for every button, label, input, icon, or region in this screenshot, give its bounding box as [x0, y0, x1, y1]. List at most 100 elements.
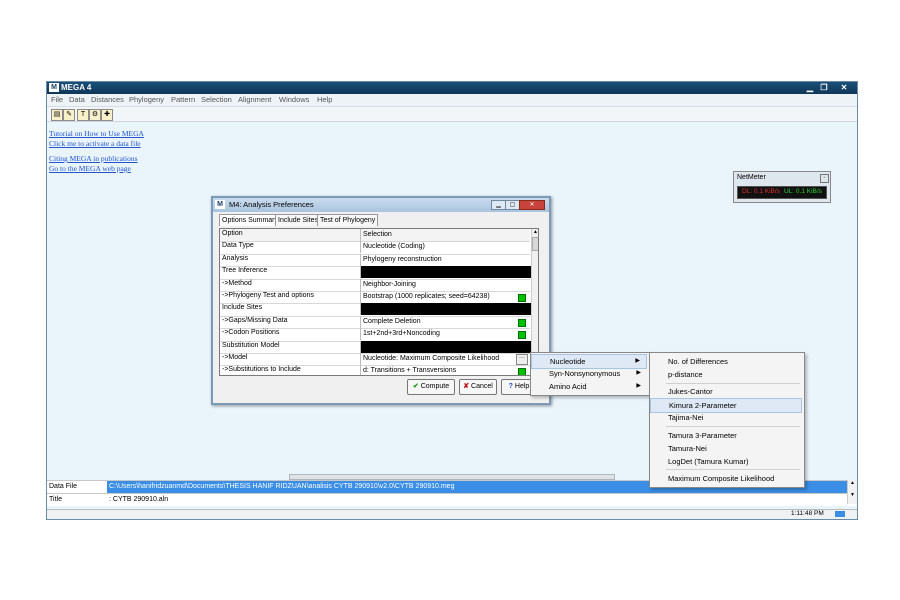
amino-acid-label: Amino Acid	[549, 382, 587, 391]
menu-selection[interactable]: Selection	[201, 95, 232, 104]
option-selection[interactable]	[360, 266, 533, 279]
menu-item-no-of-differences[interactable]: No. of Differences	[650, 355, 804, 368]
option-selection[interactable]: Phylogeny reconstruction	[360, 253, 533, 266]
upload-rate: UL: 0.1 KiB/s	[784, 188, 822, 195]
tamura-nei-label: Tamura-Nei	[668, 444, 707, 453]
option-selection[interactable]: Neighbor-Joining	[360, 278, 533, 291]
menu-file[interactable]: File	[51, 95, 63, 104]
option-row[interactable]: Analysis Phylogeny reconstruction	[220, 253, 533, 268]
link-tutorial[interactable]: Tutorial on How to Use MEGA	[49, 129, 144, 138]
model-menu: No. of Differences p-distance Jukes-Cant…	[649, 352, 805, 488]
link-web-page[interactable]: Go to the MEGA web page	[49, 164, 131, 173]
trace-icon[interactable]: ✚	[101, 109, 113, 121]
ellipsis-icon[interactable]: ···	[516, 354, 528, 365]
option-row[interactable]: Substitution Model	[220, 340, 533, 354]
minimize-icon[interactable]: ▁	[803, 83, 817, 93]
compute-button[interactable]: ✔ Compute	[407, 379, 455, 395]
check-icon: ✔	[412, 383, 419, 390]
option-name: Analysis	[222, 254, 249, 262]
option-name: ->Codon Positions	[222, 329, 280, 337]
help-label: Help	[514, 383, 530, 390]
option-name: Tree Inference	[222, 267, 268, 275]
menu-help[interactable]: Help	[317, 95, 332, 104]
dialog-maximize-icon[interactable]: ▢	[505, 200, 520, 210]
menu-item-tajima-nei[interactable]: Tajima-Nei	[650, 411, 804, 424]
close-icon[interactable]: ✕	[837, 83, 851, 93]
menu-item-tamura-nei[interactable]: Tamura-Nei	[650, 442, 804, 455]
main-window-title: MEGA 4	[61, 83, 92, 92]
status-scrollbar[interactable]: ▲ ▼	[847, 480, 857, 504]
link-citing[interactable]: Citing MEGA in publications	[49, 154, 138, 163]
menu-item-jukes-cantor[interactable]: Jukes-Cantor	[650, 385, 804, 398]
menu-item-amino-acid[interactable]: Amino Acid ▶	[531, 380, 647, 393]
jukes-cantor-label: Jukes-Cantor	[668, 387, 713, 396]
menu-alignment[interactable]: Alignment	[238, 95, 271, 104]
cancel-label: Cancel	[471, 383, 493, 390]
main-title-bar: M MEGA 4 ▁ ❐ ✕	[47, 82, 857, 94]
option-row[interactable]: ->Model Nucleotide: Maximum Composite Lik…	[220, 353, 533, 367]
option-name: Data Type	[222, 242, 254, 250]
option-selection[interactable]: Complete Deletion	[360, 315, 533, 328]
menu-separator	[666, 469, 800, 470]
option-row[interactable]: Tree Inference	[220, 266, 533, 280]
title-label: Title	[49, 496, 62, 503]
option-row[interactable]: ->Gaps/Missing Data Complete Deletion	[220, 315, 533, 330]
option-row[interactable]: ->Method Neighbor-Joining	[220, 278, 533, 292]
menu-windows[interactable]: Windows	[279, 95, 309, 104]
question-icon: ?	[508, 383, 513, 390]
status-indicator-icon	[518, 294, 526, 302]
submenu-arrow-icon: ▶	[636, 383, 641, 389]
mega-app-icon: M	[49, 83, 59, 92]
open-file-icon[interactable]: ▤	[51, 109, 63, 121]
option-row[interactable]: Include Sites	[220, 303, 533, 317]
menu-item-syn-nonsynonymous[interactable]: Syn-Nonsynonymous ▶	[531, 367, 647, 380]
option-selection[interactable]: Nucleotide (Coding)	[360, 241, 533, 254]
tab-options-summary[interactable]: Options Summary	[219, 214, 282, 226]
option-row[interactable]: ->Codon Positions 1st+2nd+3rd+Noncoding	[220, 328, 533, 342]
status-indicator-icon	[518, 318, 526, 327]
restore-icon[interactable]: ❐	[817, 83, 831, 93]
netmeter-close-icon[interactable]: ▫	[820, 174, 829, 183]
menu-item-maximum-composite-likelihood[interactable]: Maximum Composite Likelihood	[650, 472, 804, 485]
option-name: Substitution Model	[222, 341, 280, 349]
option-row[interactable]: ->Substitutions to Include d: Transitions…	[220, 365, 533, 375]
menu-distances[interactable]: Distances	[91, 95, 124, 104]
tab-include-sites[interactable]: Include Sites	[275, 214, 322, 226]
option-selection[interactable]	[360, 303, 533, 316]
option-row[interactable]: Data Type Nucleotide (Coding)	[220, 241, 533, 255]
netmeter-title: NetMeter	[737, 174, 766, 181]
tree-icon[interactable]: ⚙	[89, 109, 101, 121]
option-selection[interactable]: 1st+2nd+3rd+Noncoding	[360, 328, 533, 341]
menu-phylogeny[interactable]: Phylogeny	[129, 95, 164, 104]
scroll-up-icon[interactable]: ▲	[532, 229, 538, 236]
download-rate: DL: 0.1 KiB/s	[742, 188, 780, 195]
menu-pattern[interactable]: Pattern	[171, 95, 195, 104]
options-grid: Option Selection Data Type Nucleotide (Co…	[219, 228, 539, 376]
menu-data[interactable]: Data	[69, 95, 85, 104]
option-selection[interactable]: Bootstrap (1000 replicates; seed=64238)	[360, 291, 533, 303]
status-indicator-icon	[518, 368, 526, 375]
menu-item-tamura-3-parameter[interactable]: Tamura 3-Parameter	[650, 429, 804, 442]
link-activate-data[interactable]: Click me to activate a data file	[49, 139, 141, 148]
distance-type-menu: Nucleotide ▶ Syn-Nonsynonymous ▶ Amino Aci…	[530, 352, 650, 396]
tab-test-of-phylogeny[interactable]: Test of Phylogeny	[317, 214, 379, 226]
cancel-button[interactable]: ✘ Cancel	[459, 379, 497, 395]
scroll-thumb[interactable]	[532, 237, 538, 251]
netmeter-display: DL: 0.1 KiB/s UL: 0.1 KiB/s	[737, 186, 827, 199]
dialog-minimize-icon[interactable]: ▁	[491, 200, 506, 210]
text-editor-icon[interactable]: ✎	[63, 109, 75, 121]
menu-item-logdet[interactable]: LogDet (Tamura Kumar)	[650, 455, 804, 468]
option-row[interactable]: ->Phylogeny Test and options Bootstrap (1…	[220, 291, 533, 305]
sequence-icon[interactable]: T	[77, 109, 89, 121]
option-selection[interactable]	[360, 340, 533, 353]
logdet-label: LogDet (Tamura Kumar)	[668, 457, 749, 466]
dialog-close-icon[interactable]: ✕	[519, 200, 545, 210]
compute-label: Compute	[420, 383, 450, 390]
tajima-nei-label: Tajima-Nei	[668, 413, 704, 422]
p-distance-label: p-distance	[668, 370, 703, 379]
option-selection[interactable]: d: Transitions + Transversions	[360, 365, 533, 375]
option-selection[interactable]: Nucleotide: Maximum Composite Likelihood	[360, 353, 533, 365]
menu-item-p-distance[interactable]: p-distance	[650, 368, 804, 381]
maximum-composite-likelihood-label: Maximum Composite Likelihood	[668, 474, 775, 483]
menu-separator	[666, 426, 800, 427]
